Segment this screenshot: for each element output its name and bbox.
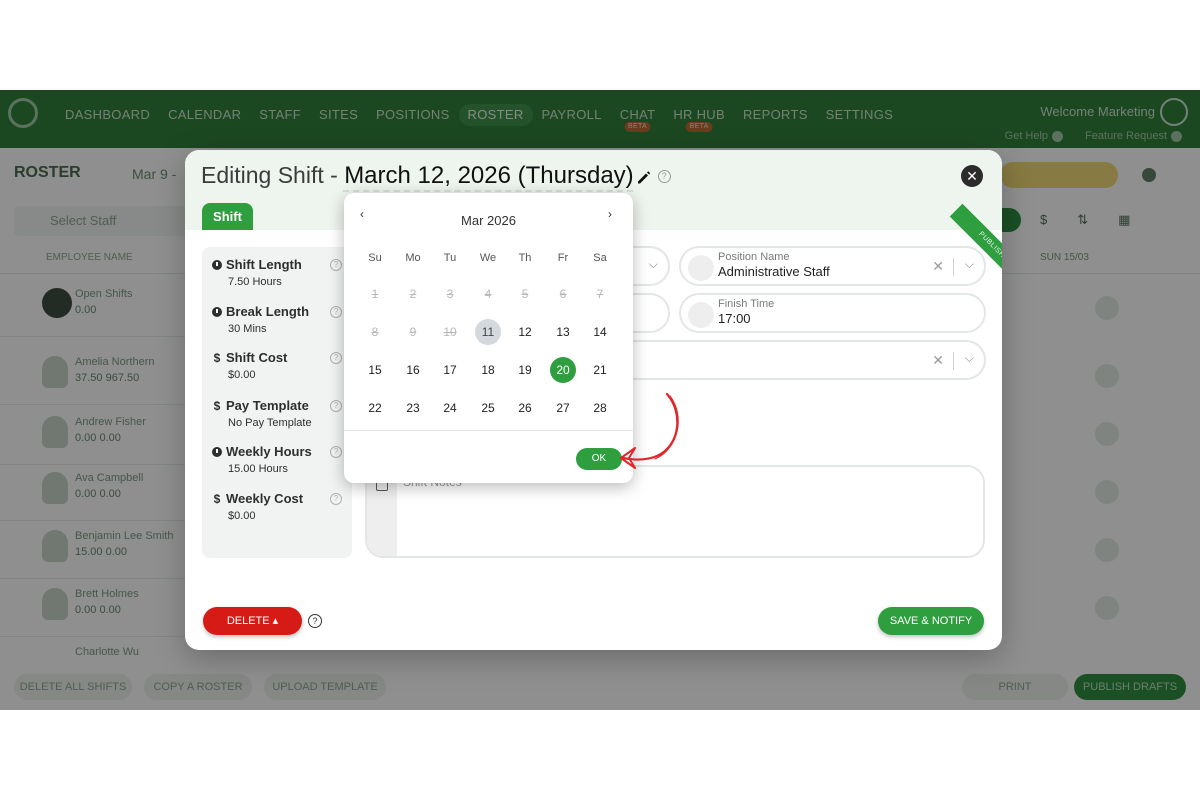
chevron-down-icon[interactable]: ⌵ <box>649 257 658 272</box>
calendar-day[interactable]: 16 <box>400 357 426 383</box>
summary-value: 30 Mins <box>228 323 267 335</box>
save-and-notify-button[interactable]: SAVE & NOTIFY <box>878 607 984 635</box>
position-label: Position Name <box>718 251 790 263</box>
help-icon[interactable]: ? <box>330 446 342 458</box>
weekday-label: Su <box>368 252 382 264</box>
weekday-label: Tu <box>443 252 457 264</box>
next-month-button[interactable]: › <box>608 207 612 221</box>
shift-summary-panel: Shift Length 7.50 Hours ? Break Length 3… <box>202 247 352 558</box>
calendar-day[interactable]: 27 <box>550 395 576 421</box>
calendar-day[interactable]: 14 <box>587 319 613 345</box>
date-picker-popup: ‹ Mar 2026 › Su Mo Tu We Th Fr Sa 1 2 3 4 5 6 7 8 9 10 1… <box>344 193 633 483</box>
clock-icon <box>212 259 222 270</box>
finish-time-value: 17:00 <box>718 311 751 326</box>
calendar-day[interactable]: 28 <box>587 395 613 421</box>
summary-value: $0.00 <box>228 369 256 381</box>
summary-label: Pay Template <box>226 398 309 413</box>
weekday-label: Fr <box>557 252 569 264</box>
summary-label: Shift Cost <box>226 350 288 365</box>
calendar-day: 9 <box>409 325 417 339</box>
calendar-day: 4 <box>484 287 492 301</box>
weekly-hours-item: Weekly Hours 15.00 Hours ? <box>212 444 342 475</box>
calendar-day[interactable]: 13 <box>550 319 576 345</box>
calendar-day[interactable]: 11 <box>475 319 501 345</box>
clear-icon[interactable]: ✕ <box>932 352 944 369</box>
shift-date-link[interactable]: March 12, 2026 (Thursday) <box>344 162 633 189</box>
help-icon[interactable]: ? <box>657 170 671 184</box>
calendar-month-label: Mar 2026 <box>461 213 516 228</box>
help-icon[interactable]: ? <box>330 259 342 271</box>
pay-template-item: $ Pay Template No Pay Template ? <box>212 398 342 429</box>
calendar-day[interactable]: 19 <box>512 357 538 383</box>
calendar-day[interactable]: 26 <box>512 395 538 421</box>
chevron-down-icon[interactable]: ⌵ <box>965 351 974 366</box>
calendar-day[interactable]: 12 <box>512 319 538 345</box>
shift-length-item: Shift Length 7.50 Hours ? <box>212 257 342 288</box>
summary-value: $0.00 <box>228 510 256 522</box>
summary-label: Break Length <box>226 304 310 319</box>
weekday-label: Sa <box>593 252 607 264</box>
position-value: Administrative Staff <box>718 264 830 279</box>
summary-value: 15.00 Hours <box>228 463 288 475</box>
finish-time-label: Finish Time <box>718 298 775 310</box>
delete-button[interactable]: DELETE ▴ <box>203 607 302 635</box>
dollar-icon: $ <box>213 491 221 506</box>
modal-title: Editing Shift - March 12, 2026 (Thursday… <box>201 162 671 190</box>
calendar-day: 1 <box>371 287 379 301</box>
summary-label: Weekly Cost <box>226 491 304 506</box>
calendar-day: 8 <box>371 325 379 339</box>
calendar-day[interactable]: 15 <box>362 357 388 383</box>
dollar-icon: $ <box>213 350 221 365</box>
calendar-divider <box>344 430 633 431</box>
summary-value: 7.50 Hours <box>228 276 282 288</box>
people-icon <box>688 255 714 281</box>
calendar-day: 5 <box>521 287 529 301</box>
calendar-day: 6 <box>559 287 567 301</box>
calendar-icon <box>688 302 714 328</box>
calendar-day[interactable]: 25 <box>475 395 501 421</box>
pencil-icon[interactable] <box>636 169 652 185</box>
help-icon[interactable]: ? <box>308 614 322 628</box>
close-icon[interactable]: ✕ <box>961 165 983 187</box>
weekday-label: Mo <box>405 252 421 264</box>
calendar-day[interactable]: 22 <box>362 395 388 421</box>
dollar-icon: $ <box>213 398 221 413</box>
calendar-day[interactable]: 18 <box>475 357 501 383</box>
help-icon[interactable]: ? <box>330 352 342 364</box>
help-icon[interactable]: ? <box>330 306 342 318</box>
calendar-day: 2 <box>409 287 417 301</box>
tab-shift[interactable]: Shift <box>202 203 253 230</box>
position-select[interactable]: Position Name Administrative Staff ✕ ⌵ <box>679 246 986 286</box>
chevron-down-icon[interactable]: ⌵ <box>965 257 974 272</box>
calendar-day[interactable]: 21 <box>587 357 613 383</box>
finish-time-field[interactable]: Finish Time 17:00 <box>679 293 986 333</box>
date-underline <box>343 190 633 192</box>
calendar-day[interactable]: 17 <box>437 357 463 383</box>
annotation-arrow-icon <box>620 392 679 469</box>
help-icon[interactable]: ? <box>330 493 342 505</box>
summary-label: Shift Length <box>226 257 302 272</box>
summary-value: No Pay Template <box>228 417 312 429</box>
calendar-day[interactable]: 20 <box>550 357 576 383</box>
clock-icon <box>212 446 222 457</box>
calendar-day: 3 <box>446 287 454 301</box>
help-icon[interactable]: ? <box>330 400 342 412</box>
calendar-day[interactable]: 24 <box>437 395 463 421</box>
shift-cost-item: $ Shift Cost $0.00 ? <box>212 350 342 381</box>
summary-label: Weekly Hours <box>226 444 312 459</box>
field-divider <box>953 258 954 276</box>
calendar-day[interactable]: 23 <box>400 395 426 421</box>
field-divider <box>953 352 954 370</box>
clock-icon <box>212 306 222 317</box>
weekly-cost-item: $ Weekly Cost $0.00 ? <box>212 491 342 522</box>
clear-icon[interactable]: ✕ <box>932 258 944 275</box>
calendar-day: 7 <box>596 287 604 301</box>
weekday-label: Th <box>518 252 532 264</box>
weekday-label: We <box>479 252 497 264</box>
break-length-item: Break Length 30 Mins ? <box>212 304 342 335</box>
calendar-day: 10 <box>443 325 457 339</box>
modal-title-prefix: Editing Shift - <box>201 162 338 188</box>
